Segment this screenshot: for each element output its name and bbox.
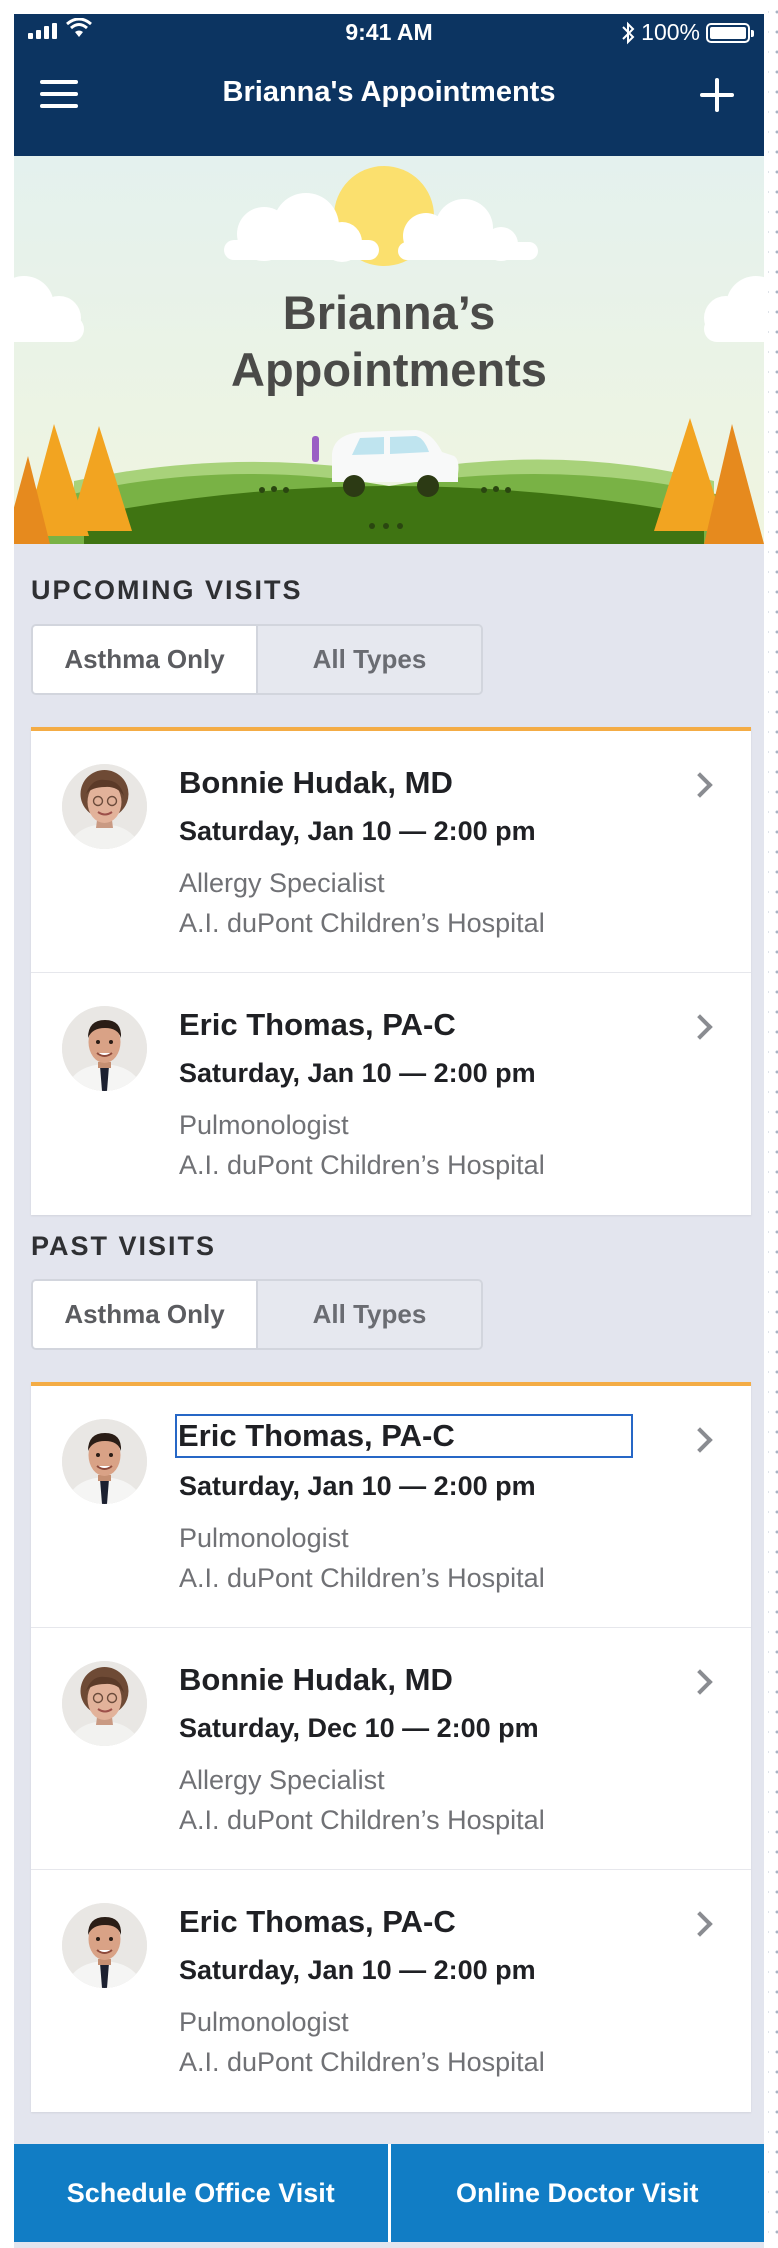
upcoming-visits-list: Bonnie Hudak, MD Saturday, Jan 10 — 2:00… xyxy=(31,727,751,1215)
visit-row[interactable]: Eric Thomas, PA-C Saturday, Jan 10 — 2:0… xyxy=(31,973,751,1215)
hero-banner: Brianna’s Appointments xyxy=(14,156,764,544)
visit-row[interactable]: Bonnie Hudak, MD Saturday, Jan 10 — 2:00… xyxy=(31,731,751,973)
avatar xyxy=(62,1661,147,1746)
visit-date: Saturday, Jan 10 — 2:00 pm xyxy=(179,1058,536,1088)
doctor-specialty: Pulmonologist xyxy=(179,1523,349,1553)
chevron-right-icon xyxy=(687,1669,713,1695)
hospital-name: A.I. duPont Children’s Hospital xyxy=(179,1805,545,1835)
visit-date: Saturday, Jan 10 — 2:00 pm xyxy=(179,1471,536,1501)
hospital-name: A.I. duPont Children’s Hospital xyxy=(179,2047,545,2077)
avatar xyxy=(62,1419,147,1504)
doctor-specialty: Pulmonologist xyxy=(179,1110,349,1140)
past-visits-heading: PAST VISITS xyxy=(31,1231,217,1261)
upcoming-filter-segmented-control: Asthma Only All Types xyxy=(31,624,483,695)
past-visits-list: Eric Thomas, PA-C Saturday, Jan 10 — 2:0… xyxy=(31,1382,751,2112)
past-filter-segmented-control: Asthma Only All Types xyxy=(31,1279,483,1350)
visit-row[interactable]: Eric Thomas, PA-C Saturday, Jan 10 — 2:0… xyxy=(31,1870,751,2112)
visit-row[interactable]: Bonnie Hudak, MD Saturday, Dec 10 — 2:00… xyxy=(31,1628,751,1870)
hero-title-line1: Brianna’s xyxy=(282,286,496,339)
hospital-name: A.I. duPont Children’s Hospital xyxy=(179,1150,545,1180)
bottom-action-bar: Schedule Office Visit Online Doctor Visi… xyxy=(14,2144,764,2242)
visit-date: Saturday, Dec 10 — 2:00 pm xyxy=(179,1713,539,1743)
doctor-specialty: Allergy Specialist xyxy=(179,1765,385,1795)
avatar xyxy=(62,1903,147,1988)
visit-row[interactable]: Eric Thomas, PA-C Saturday, Jan 10 — 2:0… xyxy=(31,1386,751,1628)
doctor-name: Eric Thomas, PA-C xyxy=(175,1414,633,1458)
battery-percent: 100% xyxy=(641,19,700,45)
upcoming-visits-heading: UPCOMING VISITS xyxy=(31,575,303,605)
bluetooth-icon xyxy=(622,21,635,44)
visit-date: Saturday, Jan 10 — 2:00 pm xyxy=(179,816,536,846)
navigation-bar: Brianna's Appointments xyxy=(14,50,764,156)
chevron-right-icon xyxy=(687,772,713,798)
plus-icon[interactable] xyxy=(700,78,734,112)
page-edge-guide xyxy=(768,0,778,2248)
upcoming-filter-asthma-only[interactable]: Asthma Only xyxy=(33,626,258,693)
nav-title: Brianna's Appointments xyxy=(222,76,556,108)
avatar xyxy=(62,1006,147,1091)
chevron-right-icon xyxy=(687,1427,713,1453)
avatar xyxy=(62,764,147,849)
chevron-right-icon xyxy=(687,1911,713,1937)
online-doctor-visit-button[interactable]: Online Doctor Visit xyxy=(390,2144,764,2242)
battery-icon xyxy=(706,22,754,43)
hospital-name: A.I. duPont Children’s Hospital xyxy=(179,1563,545,1593)
status-bar: 9:41 AM 100% xyxy=(14,14,764,50)
past-filter-asthma-only[interactable]: Asthma Only xyxy=(33,1281,258,1348)
doctor-specialty: Allergy Specialist xyxy=(179,868,385,898)
hospital-name: A.I. duPont Children’s Hospital xyxy=(179,908,545,938)
doctor-name: Eric Thomas, PA-C xyxy=(179,1007,456,1042)
doctor-specialty: Pulmonologist xyxy=(179,2007,349,2037)
doctor-name: Bonnie Hudak, MD xyxy=(179,1662,453,1697)
doctor-name: Bonnie Hudak, MD xyxy=(179,765,453,800)
visit-date: Saturday, Jan 10 — 2:00 pm xyxy=(179,1955,536,1985)
chevron-right-icon xyxy=(687,1014,713,1040)
hero-title: Brianna’s Appointments xyxy=(14,284,764,398)
hero-title-line2: Appointments xyxy=(231,343,547,396)
app-screen: 9:41 AM 100% Brianna's Appointments Bria… xyxy=(14,14,764,2248)
schedule-office-visit-button[interactable]: Schedule Office Visit xyxy=(14,2144,388,2242)
doctor-name: Eric Thomas, PA-C xyxy=(179,1904,456,1939)
upcoming-filter-all-types[interactable]: All Types xyxy=(258,626,481,693)
past-filter-all-types[interactable]: All Types xyxy=(258,1281,481,1348)
